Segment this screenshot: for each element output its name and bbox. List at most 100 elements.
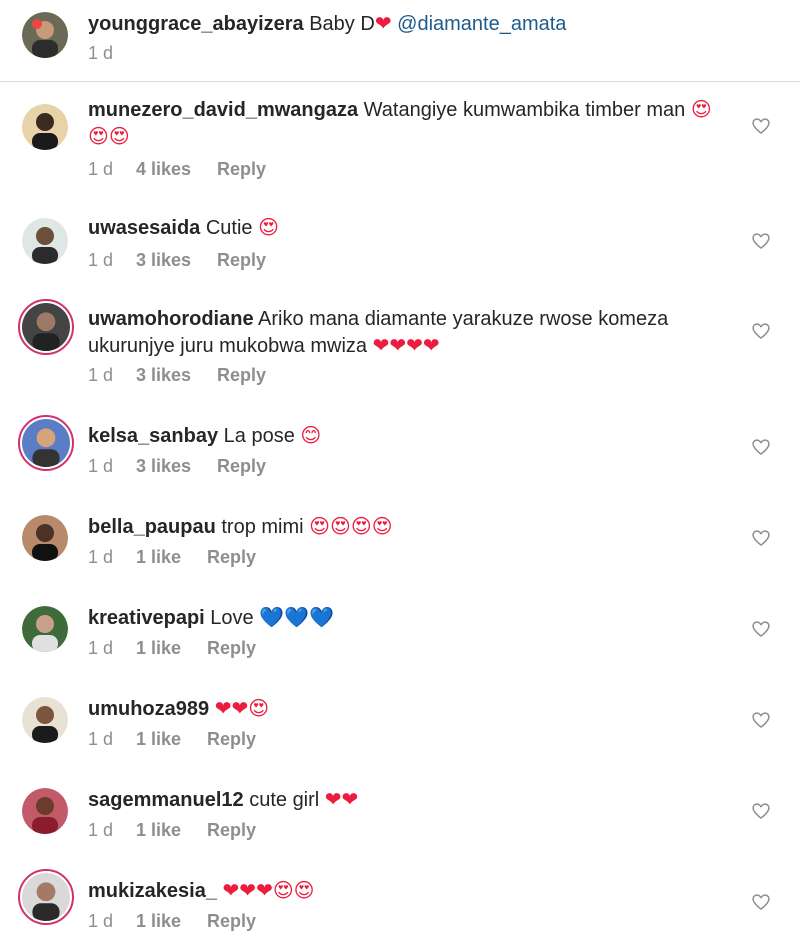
comment-likes[interactable]: 1 like xyxy=(136,729,181,750)
comment-emojis: ❤❤😍 xyxy=(214,696,270,720)
like-comment-button[interactable] xyxy=(751,892,771,912)
comment-text-line: munezero_david_mwangaza Watangiye kumwam… xyxy=(88,96,728,150)
comment-likes[interactable]: 1 like xyxy=(136,547,181,568)
reply-button[interactable]: Reply xyxy=(207,547,256,568)
like-comment-button[interactable] xyxy=(751,801,771,821)
comment-username[interactable]: mukizakesia_ xyxy=(88,880,217,902)
comment-time: 1 d xyxy=(88,365,114,385)
comment-text-line: mukizakesia_ ❤❤❤😍😍 xyxy=(88,877,728,904)
comment-username[interactable]: uwamohorodiane xyxy=(88,308,254,330)
heart-outline-icon xyxy=(752,894,770,910)
comment-time: 1 d xyxy=(88,456,114,476)
comment-emojis: 😊 xyxy=(300,423,322,447)
like-comment-button[interactable] xyxy=(751,619,771,639)
reply-button[interactable]: Reply xyxy=(207,729,256,750)
comment-likes[interactable]: 3 likes xyxy=(136,365,191,386)
avatar[interactable] xyxy=(18,299,74,355)
avatar[interactable] xyxy=(22,104,68,150)
comment-username[interactable]: kreativepapi xyxy=(88,607,205,629)
heart-outline-icon xyxy=(752,118,770,134)
comment-username[interactable]: umuhoza989 xyxy=(88,698,209,720)
comment-emojis: 💙💙💙 xyxy=(259,605,334,629)
comment-time: 1 d xyxy=(88,638,114,658)
comment-username[interactable]: bella_paupau xyxy=(88,516,216,538)
comment-username[interactable]: kelsa_sanbay xyxy=(88,425,218,447)
like-comment-button[interactable] xyxy=(751,116,771,136)
comment-time: 1 d xyxy=(88,547,114,567)
avatar[interactable] xyxy=(22,606,68,652)
reply-button[interactable]: Reply xyxy=(217,250,266,271)
caption-mention[interactable]: @diamante_amata xyxy=(397,13,566,35)
comment-meta: 1 d 1 like Reply xyxy=(88,729,256,750)
caption-emoji: ❤ xyxy=(374,11,392,35)
comment-time: 1 d xyxy=(88,729,114,749)
comment-meta: 1 d 3 likes Reply xyxy=(88,365,266,386)
comment-text-line: sagemmanuel12 cute girl ❤❤ xyxy=(88,786,728,813)
comment-text-line: kelsa_sanbay La pose 😊 xyxy=(88,422,728,449)
comment-text-line: bella_paupau trop mimi 😍😍😍😍 xyxy=(88,513,728,540)
avatar[interactable] xyxy=(22,788,68,834)
heart-outline-icon xyxy=(752,439,770,455)
heart-outline-icon xyxy=(752,621,770,637)
caption-time: 1 d xyxy=(88,43,114,63)
heart-outline-icon xyxy=(752,712,770,728)
avatar[interactable] xyxy=(22,218,68,264)
comment-likes[interactable]: 1 like xyxy=(136,820,181,841)
comment-meta: 1 d 3 likes Reply xyxy=(88,456,266,477)
comment-meta: 1 d 1 like Reply xyxy=(88,547,256,568)
comment-emojis: 😍 xyxy=(258,215,279,239)
caption-meta: 1 d xyxy=(88,43,136,64)
reply-button[interactable]: Reply xyxy=(207,638,256,659)
heart-outline-icon xyxy=(752,323,770,339)
comment-meta: 1 d 3 likes Reply xyxy=(88,250,266,271)
comment-body: Cutie xyxy=(205,217,253,239)
comment-emojis: ❤❤❤😍😍 xyxy=(222,878,315,902)
comment-emojis: ❤❤❤❤ xyxy=(372,333,440,357)
caption-line: younggrace_abayizera Baby D❤ @diamante_a… xyxy=(88,10,728,37)
heart-outline-icon xyxy=(752,803,770,819)
post-caption: younggrace_abayizera Baby D❤ @diamante_a… xyxy=(0,0,800,81)
avatar[interactable] xyxy=(18,415,74,471)
avatar[interactable] xyxy=(22,515,68,561)
avatar[interactable] xyxy=(22,697,68,743)
heart-outline-icon xyxy=(752,233,770,249)
comment-username[interactable]: munezero_david_mwangaza xyxy=(88,99,358,121)
avatar[interactable] xyxy=(22,12,68,58)
comment-body: Love xyxy=(210,607,254,629)
comment-meta: 1 d 1 like Reply xyxy=(88,638,256,659)
reply-button[interactable]: Reply xyxy=(217,365,266,386)
comment-text-line: uwasesaida Cutie 😍 xyxy=(88,214,728,241)
comment-likes[interactable]: 4 likes xyxy=(136,159,191,180)
like-comment-button[interactable] xyxy=(751,321,771,341)
comment-meta: 1 d 1 like Reply xyxy=(88,911,256,932)
reply-button[interactable]: Reply xyxy=(217,159,266,180)
comment-time: 1 d xyxy=(88,159,114,179)
like-comment-button[interactable] xyxy=(751,710,771,730)
caption-text: Baby D xyxy=(309,13,375,35)
comment-likes[interactable]: 3 likes xyxy=(136,250,191,271)
comment-time: 1 d xyxy=(88,250,114,270)
comment-emojis: 😍😍😍😍 xyxy=(309,514,393,538)
heart-outline-icon xyxy=(752,530,770,546)
avatar[interactable] xyxy=(18,869,74,925)
reply-button[interactable]: Reply xyxy=(207,820,256,841)
comment-username[interactable]: sagemmanuel12 xyxy=(88,789,244,811)
like-comment-button[interactable] xyxy=(751,437,771,457)
comment-text-line: umuhoza989 ❤❤😍 xyxy=(88,695,728,722)
divider xyxy=(0,81,800,82)
comment-meta: 1 d 4 likes Reply xyxy=(88,159,266,180)
like-comment-button[interactable] xyxy=(751,231,771,251)
comment-body: La pose xyxy=(223,425,295,447)
comment-emojis: ❤❤ xyxy=(324,787,359,811)
reply-button[interactable]: Reply xyxy=(217,456,266,477)
comment-likes[interactable]: 1 like xyxy=(136,911,181,932)
comment-username[interactable]: uwasesaida xyxy=(88,217,200,239)
reply-button[interactable]: Reply xyxy=(207,911,256,932)
comment-body: cute girl xyxy=(249,789,320,811)
comment-likes[interactable]: 3 likes xyxy=(136,456,191,477)
caption-username[interactable]: younggrace_abayizera xyxy=(88,13,304,35)
comment-text-line: kreativepapi Love 💙💙💙 xyxy=(88,604,728,631)
like-comment-button[interactable] xyxy=(751,528,771,548)
comment-text-line: uwamohorodiane Ariko mana diamante yarak… xyxy=(88,306,728,359)
comment-likes[interactable]: 1 like xyxy=(136,638,181,659)
